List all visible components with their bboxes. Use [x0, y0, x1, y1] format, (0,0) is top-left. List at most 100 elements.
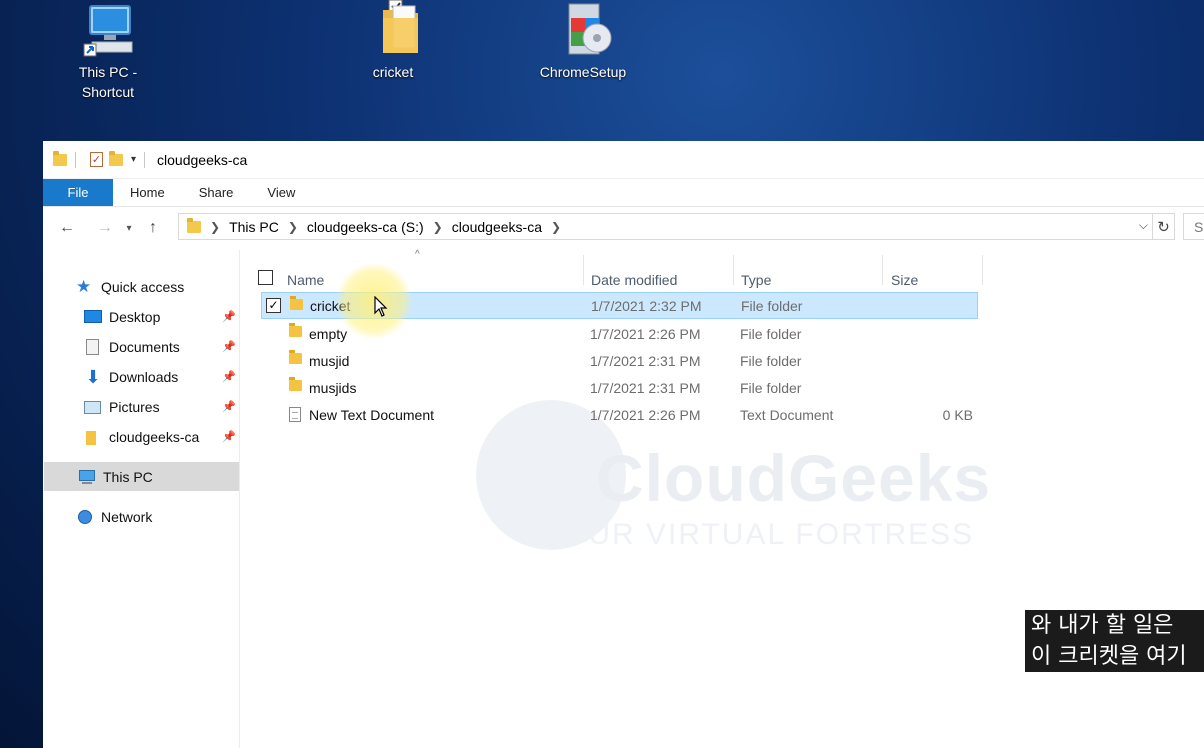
subtitle-line: 이 크리켓을 여기	[1031, 644, 1187, 669]
sidebar-item-desktop[interactable]: Desktop 📌	[84, 302, 240, 331]
file-name[interactable]: New Text Document	[309, 407, 434, 423]
sidebar-item-label: This PC	[103, 468, 153, 485]
column-header-size[interactable]: Size	[891, 265, 918, 295]
file-row-cricket[interactable]: ✓ cricket 1/7/2021 2:32 PM File folder	[261, 292, 978, 319]
column-divider[interactable]	[982, 255, 983, 285]
file-row-musjids[interactable]: musjids 1/7/2021 2:31 PM File folder	[261, 374, 978, 401]
file-date: 1/7/2021 2:32 PM	[591, 297, 702, 314]
file-name[interactable]: empty	[309, 326, 347, 342]
installer-icon	[528, 0, 638, 62]
folder-icon	[338, 0, 448, 62]
sidebar-item-label: Documents	[109, 338, 180, 355]
text-document-icon	[289, 407, 301, 422]
select-all-checkbox[interactable]	[258, 270, 273, 285]
forward-arrow-icon[interactable]: →	[93, 219, 117, 237]
desktop-icon-cricket[interactable]: cricket	[338, 0, 448, 82]
column-divider[interactable]	[882, 255, 883, 285]
sidebar-item-documents[interactable]: Documents 📌	[84, 332, 240, 361]
breadcrumb-this-pc[interactable]: This PC	[229, 219, 279, 235]
navigation-pane: ★ Quick access Desktop 📌 Documents 📌 ⬇ D…	[43, 250, 240, 748]
breadcrumb-folder[interactable]: cloudgeeks-ca	[452, 219, 542, 235]
sidebar-item-label: Quick access	[101, 278, 185, 295]
column-header-date-modified[interactable]: Date modified	[591, 265, 677, 295]
up-arrow-icon[interactable]: ↑	[141, 219, 165, 237]
sidebar-item-cloudgeeks-ca[interactable]: cloudgeeks-ca 📌	[84, 422, 240, 451]
sidebar-item-pictures[interactable]: Pictures 📌	[84, 392, 240, 421]
desktop-icon-this-pc-shortcut[interactable]: This PC - Shortcut	[53, 0, 163, 102]
pictures-icon	[84, 399, 102, 415]
pin-icon[interactable]: 📌	[222, 370, 236, 383]
column-header-type[interactable]: Type	[741, 265, 771, 295]
row-checkbox[interactable]: ✓	[266, 298, 281, 313]
computer-icon	[78, 469, 96, 485]
file-type: File folder	[740, 352, 802, 369]
desktop-icon-label: This PC -	[78, 64, 138, 80]
address-bar[interactable]: ❯ This PC ❯ cloudgeeks-ca (S:) ❯ cloudge…	[178, 213, 1153, 240]
file-date: 1/7/2021 2:26 PM	[590, 406, 701, 423]
pin-icon[interactable]: 📌	[222, 310, 236, 323]
chevron-right-icon[interactable]: ❯	[551, 220, 561, 234]
tab-home[interactable]: Home	[113, 179, 182, 206]
column-divider[interactable]	[583, 255, 584, 285]
desktop-icon	[84, 309, 102, 325]
refresh-icon[interactable]: ↻	[1153, 213, 1175, 240]
pin-icon[interactable]: 📌	[222, 430, 236, 443]
chevron-right-icon[interactable]: ❯	[288, 220, 298, 234]
desktop-icon-label: cricket	[372, 64, 414, 80]
sidebar-item-label: Desktop	[109, 308, 161, 325]
column-divider[interactable]	[733, 255, 734, 285]
chevron-right-icon[interactable]: ❯	[210, 220, 220, 234]
chevron-right-icon[interactable]: ❯	[433, 220, 443, 234]
file-type: Text Document	[740, 406, 834, 423]
breadcrumb-drive[interactable]: cloudgeeks-ca (S:)	[307, 219, 424, 235]
computer-shortcut-icon	[53, 0, 163, 62]
divider	[144, 151, 146, 168]
file-type: File folder	[741, 297, 803, 314]
explorer-body: ★ Quick access Desktop 📌 Documents 📌 ⬇ D…	[43, 249, 1204, 748]
tab-file[interactable]: File	[43, 179, 113, 206]
sidebar-item-downloads[interactable]: ⬇ Downloads 📌	[84, 362, 240, 391]
sidebar-item-label: Network	[101, 508, 153, 525]
folder-icon	[290, 296, 303, 310]
search-placeholder: S	[1194, 218, 1204, 235]
folder-icon	[289, 323, 302, 337]
file-date: 1/7/2021 2:31 PM	[590, 379, 701, 396]
window-title: cloudgeeks-ca	[157, 151, 248, 168]
folder-icon	[84, 429, 102, 445]
sidebar-item-label: Pictures	[109, 398, 160, 415]
desktop-icon-label: Shortcut	[81, 84, 135, 100]
file-name[interactable]: musjids	[309, 380, 356, 396]
navigation-bar: ← → ▾ ↑ ❯ This PC ❯ cloudgeeks-ca (S:) ❯…	[43, 207, 1204, 249]
documents-icon	[84, 338, 102, 355]
recent-locations-chevron-icon[interactable]: ▾	[121, 223, 137, 234]
file-name[interactable]: musjid	[309, 353, 349, 369]
file-row-musjid[interactable]: musjid 1/7/2021 2:31 PM File folder	[261, 347, 978, 374]
download-icon: ⬇	[85, 366, 101, 387]
sort-ascending-icon: ^	[415, 249, 420, 260]
sidebar-item-quick-access[interactable]: ★ Quick access	[76, 272, 184, 301]
file-row-new-text-document[interactable]: New Text Document 1/7/2021 2:26 PM Text …	[261, 401, 978, 428]
sidebar-item-network[interactable]: Network	[76, 502, 152, 531]
properties-icon[interactable]: ✓	[90, 152, 103, 167]
back-arrow-icon[interactable]: ←	[55, 219, 79, 237]
star-icon: ★	[76, 276, 92, 296]
sidebar-item-label: cloudgeeks-ca	[109, 428, 200, 445]
sidebar-item-this-pc[interactable]: This PC	[44, 462, 239, 491]
tab-share[interactable]: Share	[182, 179, 251, 206]
tab-view[interactable]: View	[250, 179, 312, 206]
chevron-down-icon[interactable]: ⌵	[1139, 218, 1148, 233]
search-input[interactable]: S	[1183, 213, 1204, 240]
pin-icon[interactable]: 📌	[222, 400, 236, 413]
watermark-title: CloudGeeks	[596, 441, 992, 515]
column-header-name[interactable]: Name	[287, 265, 324, 295]
customize-quick-access-icon[interactable]: ▾	[131, 154, 136, 165]
ribbon-tabs: File Home Share View	[43, 179, 1204, 207]
new-folder-icon[interactable]	[109, 150, 123, 166]
desktop-icon-chromesetup[interactable]: ChromeSetup	[528, 0, 638, 82]
file-name[interactable]: cricket	[310, 298, 350, 314]
sidebar-item-label: Downloads	[109, 368, 179, 385]
file-row-empty[interactable]: empty 1/7/2021 2:26 PM File folder	[261, 320, 978, 347]
file-date: 1/7/2021 2:31 PM	[590, 352, 701, 369]
folder-icon	[289, 377, 302, 391]
pin-icon[interactable]: 📌	[222, 340, 236, 353]
